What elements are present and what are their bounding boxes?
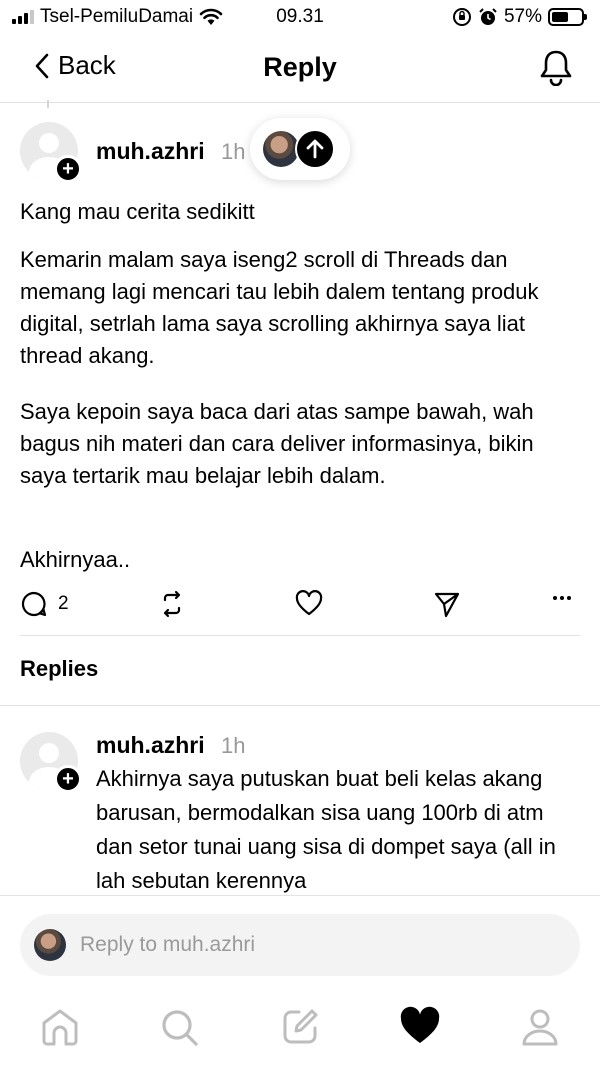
follow-plus-button[interactable]: +	[54, 155, 82, 183]
thread-line	[47, 100, 49, 108]
back-label: Back	[58, 50, 116, 80]
post-username[interactable]: muh.azhri	[96, 138, 205, 165]
repost-button[interactable]	[158, 590, 186, 618]
user-photo-avatar	[263, 131, 299, 167]
tab-home[interactable]	[39, 1006, 81, 1053]
chevron-left-icon	[35, 53, 49, 78]
status-right: 57%	[452, 6, 587, 28]
tab-search[interactable]	[158, 1006, 200, 1053]
compose-icon	[283, 1009, 318, 1044]
reply-username[interactable]: muh.azhri	[96, 732, 205, 759]
tab-profile[interactable]	[519, 1006, 561, 1053]
reply-count: 2	[58, 593, 69, 614]
battery-fill	[552, 12, 568, 22]
status-bar: Tsel-PemiluDamai 09.31 57%	[0, 0, 600, 34]
composer-divider	[0, 895, 600, 896]
reply-follow-plus-button[interactable]: +	[54, 765, 82, 793]
alarm-icon	[479, 8, 497, 25]
comment-button[interactable]: 2	[20, 590, 69, 618]
battery-percentage: 57%	[503, 6, 542, 27]
notifications-button[interactable]	[538, 48, 574, 91]
reply-input[interactable]	[80, 933, 540, 957]
heart-icon	[400, 1006, 440, 1043]
post-divider	[20, 635, 580, 636]
bell-icon	[540, 50, 572, 87]
send-icon	[434, 592, 460, 618]
like-button[interactable]	[295, 590, 323, 616]
post-paragraph: Saya kepoin saya baca dari atas sampe ba…	[20, 399, 534, 488]
repost-icon	[163, 590, 181, 618]
home-icon	[42, 1009, 78, 1046]
replies-heading: Replies	[20, 656, 99, 681]
tab-activity[interactable]	[399, 1006, 441, 1051]
arrow-up-icon	[306, 139, 324, 159]
comment-icon	[21, 591, 47, 617]
reply-composer[interactable]	[20, 914, 580, 976]
reply-text: Akhirnya saya putuskan buat beli kelas a…	[96, 766, 556, 893]
profile-icon	[522, 1009, 558, 1046]
scroll-to-top-pill[interactable]	[250, 118, 350, 180]
reply-time: 1h	[221, 733, 246, 758]
replies-divider	[0, 705, 600, 706]
back-button[interactable]: Back	[34, 50, 116, 81]
nav-bar: Back Reply	[0, 36, 600, 100]
share-button[interactable]	[433, 590, 461, 618]
more-icon	[553, 596, 571, 600]
composer-avatar	[34, 929, 66, 961]
post-paragraph: Kang mau cerita sedikitt	[20, 199, 255, 224]
post-actions: 2	[20, 590, 580, 622]
nav-divider	[0, 102, 600, 103]
arrow-up-button[interactable]	[295, 129, 335, 169]
post-time: 1h	[221, 139, 246, 164]
post-paragraph: Kemarin malam saya iseng2 scroll di Thre…	[20, 247, 539, 368]
search-icon	[162, 1010, 198, 1046]
orientation-lock-icon	[452, 8, 471, 26]
heart-outline-icon	[295, 590, 323, 616]
tab-compose[interactable]	[279, 1006, 321, 1053]
post-paragraph: Akhirnyaa..	[20, 547, 131, 572]
more-options-button[interactable]	[552, 594, 572, 602]
tab-bar	[0, 1000, 600, 1060]
battery-icon	[548, 8, 587, 26]
